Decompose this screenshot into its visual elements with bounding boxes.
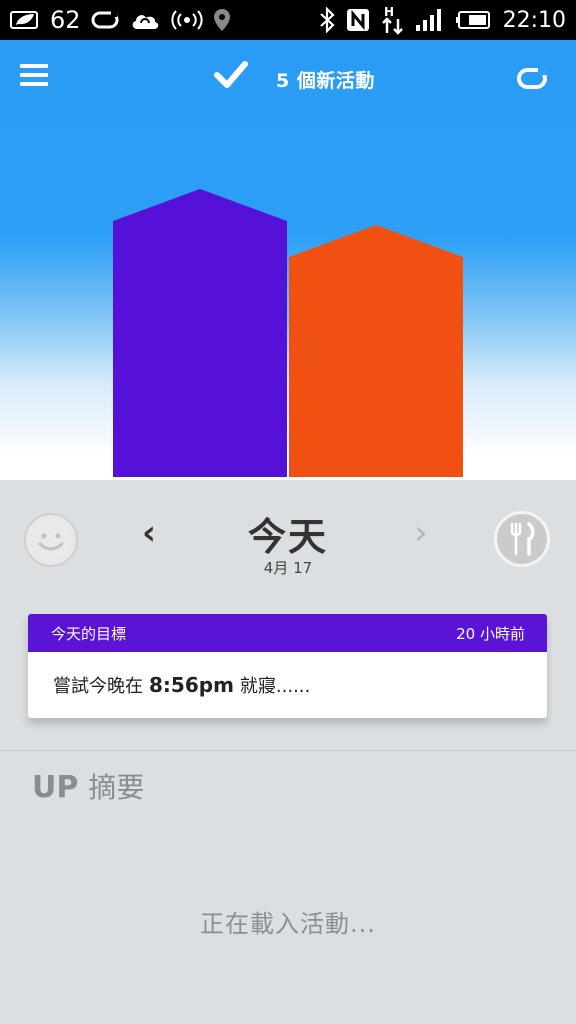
hspa-icon: H [381,5,405,35]
move-bar[interactable] [289,225,463,477]
summary-brand: UP [32,770,79,805]
svg-text:H: H [384,5,394,19]
status-bar: 62 H 22:10 [0,0,576,40]
sleep-bar[interactable] [113,189,287,477]
next-day-button[interactable]: › [414,516,428,550]
section-divider [0,750,576,751]
leaf-icon [10,9,40,31]
goal-text-before: 嘗試今晚在 [53,676,143,697]
goal-card[interactable]: 今天的目標 20 小時前 嘗試今晚在 8:56pm 就寢...... [28,614,547,718]
cloud-sync-icon [129,8,161,32]
clock-time: 22:10 [502,7,566,33]
summary-heading: UP 摘要 [32,766,144,806]
fork-knife-icon [510,522,535,556]
date-title: 今天 [247,515,328,559]
goal-time: 8:56pm [149,673,234,697]
new-activities-link[interactable]: 5 個新活動 [276,66,375,93]
battery-level-text: 62 [50,6,81,34]
loading-text: 正在載入活動... [200,910,376,938]
band-icon[interactable] [516,66,548,96]
goal-card-timestamp: 20 小時前 [456,624,525,643]
nfc-icon [345,7,371,33]
signal-icon [415,8,445,32]
battery-icon [455,9,491,31]
meal-button[interactable] [494,511,550,567]
location-icon [213,8,231,32]
activity-hero: 5 個新活動 [0,40,576,480]
goal-card-body: 嘗試今晚在 8:56pm 就寢...... [28,652,547,718]
menu-icon[interactable] [20,64,48,88]
band-icon [91,9,119,31]
wireless-icon [171,9,203,31]
goal-card-header: 今天的目標 20 小時前 [28,614,547,652]
summary-title: 摘要 [88,771,145,804]
check-icon[interactable] [214,60,248,94]
goal-text-after: 就寢...... [239,676,311,697]
goal-card-title: 今天的目標 [51,624,127,643]
date-subtitle: 4月 17 [263,559,313,577]
bluetooth-icon [319,7,335,33]
top-bar: 5 個新活動 [0,40,576,116]
date-navigation: ‹ 今天 4月 17 › [0,480,576,590]
